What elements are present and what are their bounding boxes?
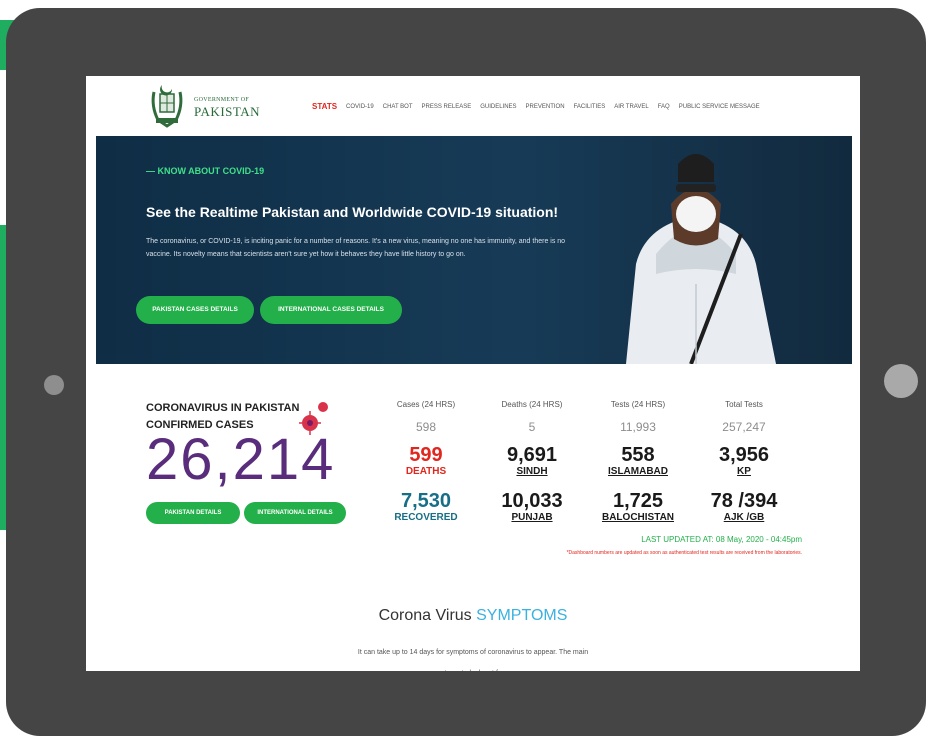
- symptoms-title: Corona Virus SYMPTOMS: [86, 607, 860, 625]
- nav-item-prevention[interactable]: PREVENTION: [526, 104, 565, 110]
- recovered-stat: 7,530 RECOVERED: [376, 490, 476, 524]
- ajk-gb-link[interactable]: AJK /GB: [694, 512, 794, 524]
- international-details-button[interactable]: INTERNATIONAL DETAILS: [244, 502, 346, 524]
- main-menu: STATS COVID-19 CHAT BOT PRESS RELEASE GU…: [312, 102, 760, 111]
- hero-kicker: — KNOW ABOUT COVID-19: [146, 166, 265, 176]
- nav-item-public-service-message[interactable]: PUBLIC SERVICE MESSAGE: [679, 104, 760, 110]
- logo-pakistan-text: PAKISTAN: [194, 104, 261, 119]
- pakistan-details-button[interactable]: PAKISTAN DETAILS: [146, 502, 240, 524]
- website-screen: GOVERNMENT OF PAKISTAN STATS COVID-19 CH…: [86, 76, 860, 671]
- heading-line-1: CORONAVIRUS IN PAKISTAN: [146, 402, 300, 414]
- balochistan-link[interactable]: BALOCHISTAN: [588, 512, 688, 524]
- nav-item-air-travel[interactable]: AIR TRAVEL: [614, 104, 648, 110]
- kp-link[interactable]: KP: [694, 466, 794, 478]
- sindh-stat: 9,691 SINDH: [482, 444, 582, 478]
- value-total-tests: 257,247: [722, 420, 766, 434]
- confirmed-cases-count: 26,214: [146, 427, 336, 492]
- sindh-number: 9,691: [506, 444, 558, 466]
- value-deaths-24hrs: 5: [528, 420, 536, 434]
- symptoms-intro: It can take up to 14 days for symptoms o…: [286, 642, 660, 671]
- islamabad-number: 558: [621, 444, 655, 466]
- hero-description: The coronavirus, or COVID-19, is incitin…: [146, 238, 566, 258]
- deaths-stat: 599 DEATHS: [376, 444, 476, 478]
- logo-government-text: GOVERNMENT OF: [194, 97, 249, 103]
- government-emblem-icon: [151, 85, 183, 128]
- symptoms-title-prefix: Corona Virus: [378, 607, 472, 624]
- international-cases-details-button[interactable]: INTERNATIONAL CASES DETAILS: [260, 296, 402, 324]
- value-cases-24hrs: 598: [415, 420, 437, 434]
- punjab-link[interactable]: PUNJAB: [482, 512, 582, 524]
- symptoms-title-accent: SYMPTOMS: [476, 607, 568, 624]
- dashboard-note: *Dashboard numbers are updated as soon a…: [566, 550, 802, 556]
- nav-item-chat-bot[interactable]: CHAT BOT: [383, 104, 413, 110]
- recovered-label: RECOVERED: [394, 512, 458, 523]
- top-navbar: GOVERNMENT OF PAKISTAN STATS COVID-19 CH…: [86, 76, 860, 134]
- value-tests-24hrs: 11,993: [620, 420, 656, 434]
- tablet-camera: [44, 375, 64, 395]
- nav-item-faq[interactable]: FAQ: [658, 104, 670, 110]
- punjab-number: 10,033: [501, 490, 563, 512]
- recovered-number: 7,530: [400, 490, 452, 512]
- deaths-number: 599: [409, 444, 443, 466]
- header-cases-24hrs: Cases (24 HRS): [396, 400, 456, 409]
- nav-item-stats[interactable]: STATS: [312, 102, 337, 111]
- islamabad-link[interactable]: ISLAMABAD: [588, 466, 688, 478]
- tablet-home-button[interactable]: [884, 364, 918, 398]
- hero-title: See the Realtime Pakistan and Worldwide …: [146, 204, 559, 220]
- header-total-tests: Total Tests: [725, 400, 763, 409]
- nav-item-covid19[interactable]: COVID-19: [346, 104, 374, 110]
- islamabad-stat: 558 ISLAMABAD: [588, 444, 688, 478]
- nav-item-press-release[interactable]: PRESS RELEASE: [422, 104, 472, 110]
- sindh-link[interactable]: SINDH: [482, 466, 582, 478]
- deaths-label: DEATHS: [405, 466, 447, 477]
- balochistan-stat: 1,725 BALOCHISTAN: [588, 490, 688, 524]
- masked-person-image: [626, 154, 776, 364]
- ajk-gb-number: 78 /394: [710, 490, 778, 512]
- punjab-stat: 10,033 PUNJAB: [482, 490, 582, 524]
- nav-item-facilities[interactable]: FACILITIES: [574, 104, 606, 110]
- pakistan-cases-details-button[interactable]: PAKISTAN CASES DETAILS: [136, 296, 254, 324]
- header-deaths-24hrs: Deaths (24 HRS): [501, 400, 563, 409]
- header-tests-24hrs: Tests (24 HRS): [610, 400, 666, 409]
- symptoms-text-line-1: It can take up to 14 days for symptoms o…: [357, 649, 589, 656]
- hero-banner: — KNOW ABOUT COVID-19 See the Realtime P…: [96, 136, 852, 364]
- ajk-gb-stat: 78 /394 AJK /GB: [694, 490, 794, 524]
- symptoms-text-line-2: symptoms to look out for are:: [286, 663, 660, 671]
- kp-stat: 3,956 KP: [694, 444, 794, 478]
- nav-item-guidelines[interactable]: GUIDELINES: [480, 104, 516, 110]
- balochistan-number: 1,725: [612, 490, 664, 512]
- kp-number: 3,956: [718, 444, 770, 466]
- last-updated-text: LAST UPDATED AT: 08 May, 2020 - 04:45pm: [641, 535, 802, 544]
